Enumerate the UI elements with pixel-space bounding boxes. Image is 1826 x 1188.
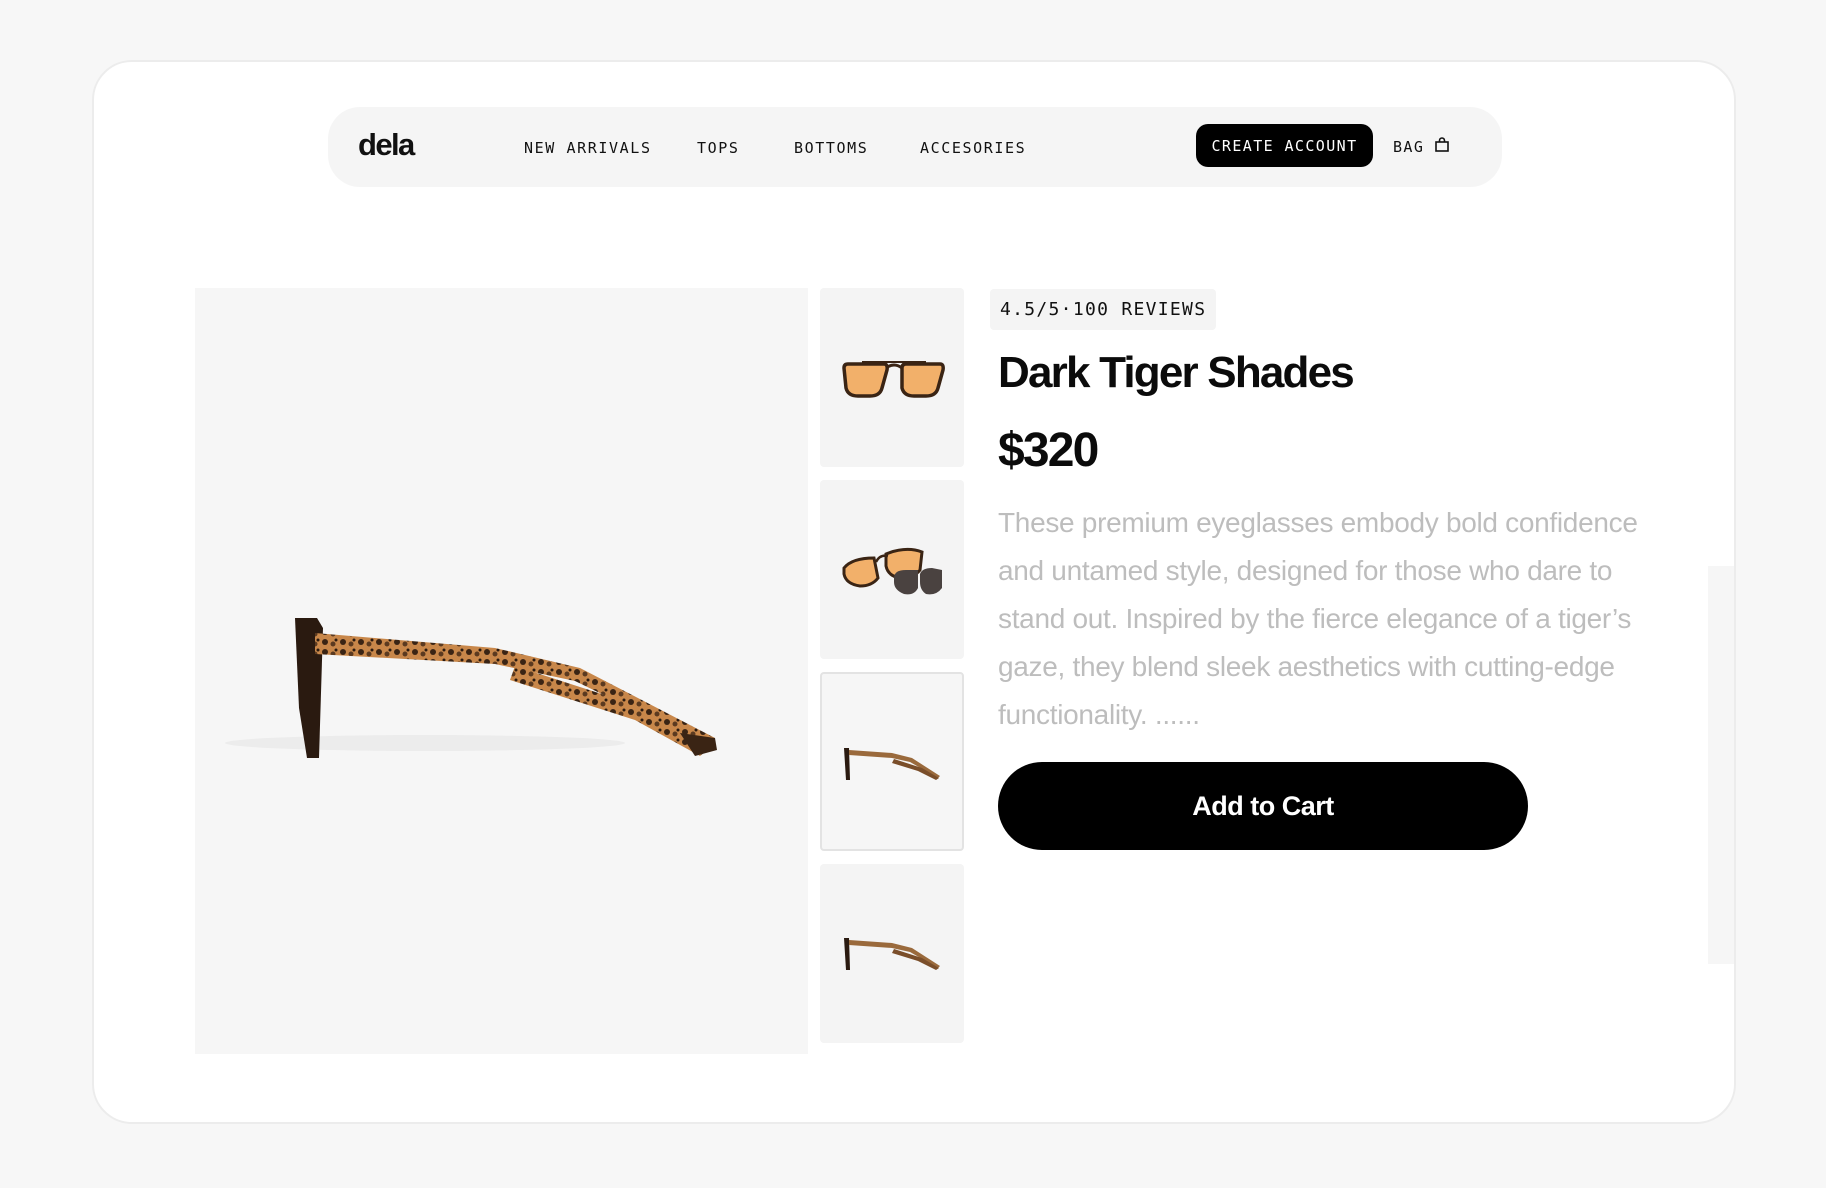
bag-label: BAG (1393, 138, 1425, 156)
main-product-image (195, 288, 808, 1054)
product-title: Dark Tiger Shades (998, 348, 1355, 397)
brand-logo[interactable]: dela (358, 127, 415, 163)
nav-link-bottoms[interactable]: BOTTOMS (794, 139, 868, 157)
browser-frame: dela NEW ARRIVALS TOPS BOTTOMS ACCESORIE… (92, 60, 1736, 1124)
side-panel-edge (1708, 566, 1734, 964)
glasses-front-view-thumbnail (842, 361, 945, 398)
nav-link-accesories[interactable]: ACCESORIES (920, 139, 1026, 157)
glasses-side-view-image (225, 618, 717, 758)
thumbnail-with-clip-on[interactable] (820, 480, 964, 659)
shopping-bag-icon (1434, 137, 1450, 157)
glasses-with-clip-on-thumbnail (842, 547, 942, 595)
create-account-button[interactable]: CREATE ACCOUNT (1196, 124, 1373, 167)
bag-link[interactable]: BAG (1393, 137, 1450, 157)
glasses-side-angle-thumbnail (844, 938, 940, 970)
nav-link-new-arrivals[interactable]: NEW ARRIVALS (524, 139, 652, 157)
product-price: $320 (998, 424, 1099, 477)
thumbnail-side-view[interactable] (820, 672, 964, 851)
thumbnail-side-angle[interactable] (820, 864, 964, 1043)
thumbnail-front-view[interactable] (820, 288, 964, 467)
top-navbar: dela NEW ARRIVALS TOPS BOTTOMS ACCESORIE… (328, 107, 1502, 187)
rating-badge: 4.5/5·100 REVIEWS (990, 289, 1217, 330)
product-description: These premium eyeglasses embody bold con… (998, 507, 1638, 730)
add-to-cart-button[interactable]: Add to Cart (998, 762, 1528, 850)
nav-link-tops[interactable]: TOPS (697, 139, 740, 157)
glasses-side-view-thumbnail (844, 748, 940, 780)
